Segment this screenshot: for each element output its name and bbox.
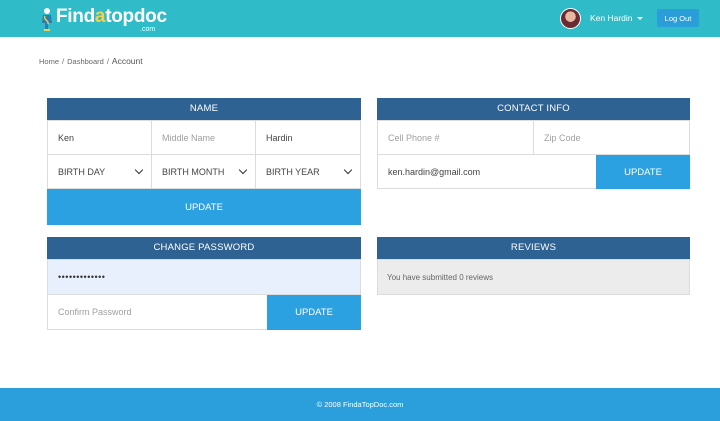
cell-phone-field[interactable]: Cell Phone #	[377, 120, 534, 155]
breadcrumb: Home / Dashboard / Account	[39, 56, 143, 66]
change-password-panel: CHANGE PASSWORD ••••••••••••• Confirm Pa…	[47, 237, 361, 331]
user-name: Ken Hardin	[590, 13, 633, 23]
user-menu[interactable]: Ken Hardin	[560, 7, 643, 29]
birth-month-select[interactable]: BIRTH MONTH	[151, 154, 256, 189]
top-header: Findatopdoc .com Ken Hardin Log Out	[0, 0, 720, 37]
contact-panel-title: CONTACT INFO	[377, 98, 690, 120]
chevron-down-icon	[238, 165, 248, 175]
name-panel-title: NAME	[47, 98, 361, 120]
birth-day-select[interactable]: BIRTH DAY	[47, 154, 152, 189]
contact-info-panel: CONTACT INFO Cell Phone # Zip Code ken.h…	[377, 98, 690, 191]
middle-name-field[interactable]: Middle Name	[151, 120, 256, 155]
birth-year-label: BIRTH YEAR	[266, 166, 320, 177]
password-panel-title: CHANGE PASSWORD	[47, 237, 361, 259]
avatar	[560, 7, 581, 29]
chevron-down-icon	[134, 165, 144, 175]
birth-month-label: BIRTH MONTH	[162, 166, 225, 177]
findatopdoc-logo[interactable]: Findatopdoc .com	[40, 6, 167, 33]
breadcrumb-home[interactable]: Home	[39, 57, 59, 66]
reviews-message: You have submitted 0 reviews	[377, 259, 690, 295]
email-field[interactable]: ken.hardin@gmail.com	[377, 154, 597, 189]
password-update-button[interactable]: UPDATE	[267, 295, 361, 330]
breadcrumb-dashboard[interactable]: Dashboard	[67, 57, 104, 66]
name-panel: NAME Ken Middle Name Hardin BIRTH DAY BI…	[47, 98, 361, 227]
birth-day-label: BIRTH DAY	[58, 166, 106, 177]
password-field[interactable]: •••••••••••••	[47, 259, 361, 295]
reviews-panel-title: REVIEWS	[377, 237, 690, 259]
first-name-field[interactable]: Ken	[47, 120, 152, 155]
logout-button[interactable]: Log Out	[657, 9, 699, 27]
logo-text: Findatopdoc	[56, 6, 167, 27]
zip-code-field[interactable]: Zip Code	[533, 120, 690, 155]
breadcrumb-separator: /	[62, 57, 65, 66]
copyright-text: © 2008 FindaTopDoc.com	[316, 400, 404, 409]
contact-update-button[interactable]: UPDATE	[596, 155, 690, 189]
breadcrumb-separator: /	[106, 57, 109, 66]
name-update-button[interactable]: UPDATE	[47, 189, 361, 225]
logo-domain: .com	[140, 26, 156, 33]
last-name-field[interactable]: Hardin	[255, 120, 361, 155]
birth-year-select[interactable]: BIRTH YEAR	[255, 154, 361, 189]
doctor-logo-icon	[40, 7, 54, 31]
breadcrumb-current: Account	[111, 56, 143, 66]
confirm-password-field[interactable]: Confirm Password	[47, 294, 268, 330]
chevron-down-icon	[343, 165, 353, 175]
caret-down-icon	[636, 16, 643, 20]
reviews-panel: REVIEWS You have submitted 0 reviews	[377, 237, 690, 295]
footer: © 2008 FindaTopDoc.com	[0, 388, 720, 421]
